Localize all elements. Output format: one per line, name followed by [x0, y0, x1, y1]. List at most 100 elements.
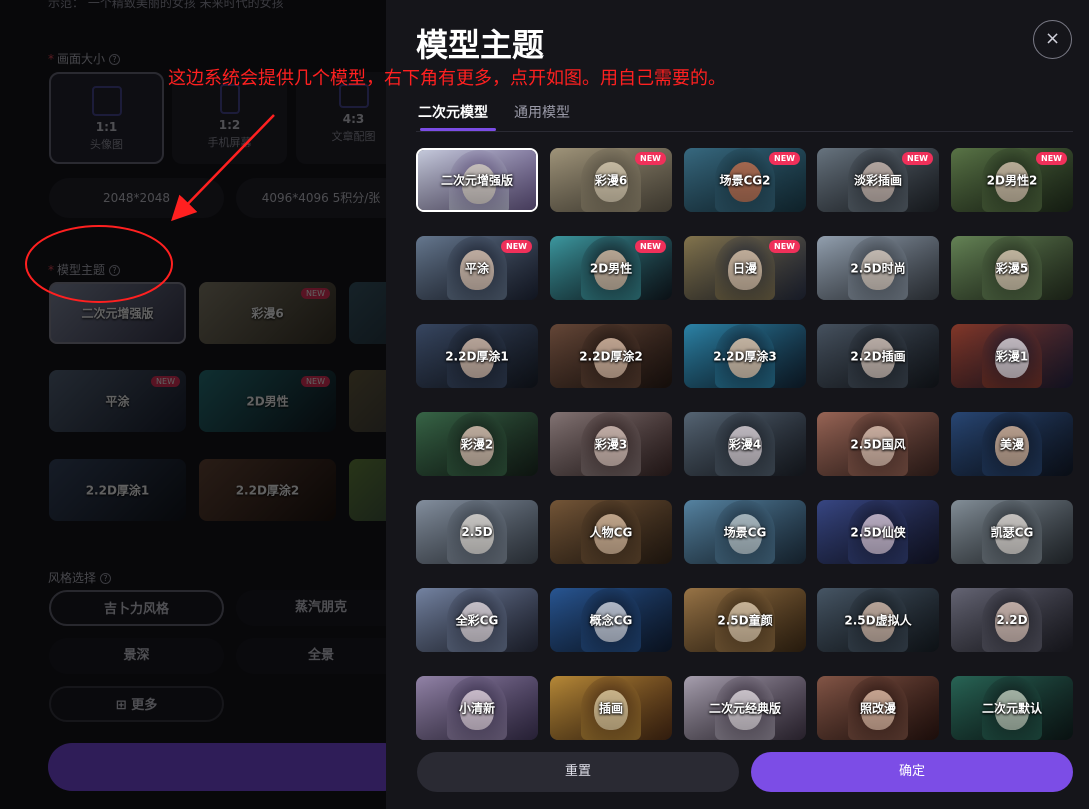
annotation-text: 这边系统会提供几个模型，右下角有更多，点开如图。用自己需要的。 — [168, 68, 726, 89]
size-section-label: * 画面大小? — [48, 50, 121, 67]
model-section-label: * 模型主题? — [48, 261, 121, 278]
model-label: 人物CG — [589, 525, 633, 540]
style-pill[interactable]: 吉卜力风格 — [49, 590, 224, 626]
prompt-example: 示范： 一个精致美丽的女孩 未来时代的女孩 — [48, 0, 284, 10]
model-thumb[interactable]: 二次元默认 — [951, 676, 1073, 740]
style-pill[interactable]: 景深 — [49, 638, 224, 674]
style-pill[interactable]: 全景 — [236, 638, 386, 674]
model-thumb[interactable]: 彩漫5 — [951, 236, 1073, 300]
model-thumb[interactable]: 场景CG — [684, 500, 806, 564]
model-label: 插画 — [598, 701, 623, 716]
model-label: 2.2D厚涂1 — [445, 349, 509, 364]
new-badge: NEW — [501, 240, 532, 253]
model-label: 二次元增强版 — [440, 173, 513, 188]
model-thumb-bg[interactable]: 2.2D厚涂1 — [49, 459, 186, 521]
model-label: 日漫 — [732, 261, 757, 276]
model-label: 2.5D时尚 — [850, 261, 906, 276]
model-thumb[interactable]: 2.5D虚拟人 — [817, 588, 939, 652]
model-thumb[interactable]: 2.2D — [951, 588, 1073, 652]
close-icon[interactable]: × — [1033, 20, 1072, 59]
model-thumb-bg[interactable]: NEW 彩漫6 — [199, 282, 336, 344]
model-thumb[interactable]: 全彩CG — [416, 588, 538, 652]
model-label: 场景CG2 — [719, 173, 771, 188]
model-thumb[interactable]: NEW 日漫 — [684, 236, 806, 300]
model-thumb[interactable]: 2.2D厚涂3 — [684, 324, 806, 388]
model-thumb[interactable]: 小清新 — [416, 676, 538, 740]
model-thumb[interactable]: 二次元增强版 — [416, 148, 538, 212]
model-thumb-bg[interactable]: 二次元增强版 — [49, 282, 186, 344]
model-thumb[interactable]: NEW 2D男性 — [550, 236, 672, 300]
model-thumb-bg[interactable]: NEW 2D男性 — [199, 370, 336, 432]
model-thumb[interactable]: 2.5D童颜 — [684, 588, 806, 652]
model-thumb-bg[interactable]: NEW 平涂 — [49, 370, 186, 432]
model-label: 淡彩插画 — [853, 173, 902, 188]
resolution-4096[interactable]: 4096*4096 5积分/张 — [236, 178, 386, 218]
reset-button[interactable]: 重置 — [417, 752, 739, 792]
style-pill[interactable]: 蒸汽朋克 — [236, 590, 386, 626]
help-icon[interactable]: ? — [100, 573, 112, 584]
model-label: 2.5D童颜 — [717, 613, 773, 628]
model-thumb[interactable]: 概念CG — [550, 588, 672, 652]
tab-anime-models[interactable]: 二次元模型 — [418, 102, 488, 122]
style-section-label: 风格选择? — [48, 569, 112, 586]
model-thumb[interactable]: 2.5D — [416, 500, 538, 564]
model-thumb[interactable]: 2.5D仙侠 — [817, 500, 939, 564]
model-label: 彩漫4 — [728, 437, 762, 452]
model-label: 彩漫5 — [995, 261, 1029, 276]
model-thumb[interactable]: 2.2D厚涂2 — [550, 324, 672, 388]
model-label: 2D男性 — [589, 261, 633, 276]
model-label: 2.5D — [461, 525, 493, 539]
model-thumb[interactable]: 彩漫3 — [550, 412, 672, 476]
tab-general-models[interactable]: 通用模型 — [514, 102, 570, 122]
model-label: 2.2D厚涂3 — [713, 349, 777, 364]
model-grid: 二次元增强版 NEW 彩漫6 NEW 场景CG2 NEW 淡彩插画 NEW 2D男性2 NEW 平涂… — [416, 148, 1076, 740]
model-label: 平涂 — [464, 261, 489, 276]
generate-button[interactable] — [48, 743, 386, 791]
model-thumb-bg[interactable] — [349, 459, 386, 521]
model-thumb[interactable]: 2.5D国风 — [817, 412, 939, 476]
active-tab-indicator — [420, 128, 496, 131]
model-label: 二次元经典版 — [708, 701, 781, 716]
model-thumb-bg[interactable] — [349, 282, 386, 344]
model-thumb[interactable]: 2.2D厚涂1 — [416, 324, 538, 388]
confirm-button[interactable]: 确定 — [751, 752, 1073, 792]
resolution-2048[interactable]: 2048*2048 — [49, 178, 224, 218]
model-thumb[interactable]: 彩漫1 — [951, 324, 1073, 388]
new-badge: NEW — [902, 152, 933, 165]
model-label: 2.2D厚涂2 — [579, 349, 643, 364]
model-label: 全彩CG — [455, 613, 499, 628]
model-thumb[interactable]: 2.2D插画 — [817, 324, 939, 388]
model-label: 场景CG — [723, 525, 767, 540]
model-label: 二次元默认 — [981, 701, 1042, 716]
model-thumb-bg[interactable]: 2.2D厚涂2 — [199, 459, 336, 521]
model-thumb[interactable]: 凯瑟CG — [951, 500, 1073, 564]
more-styles-button[interactable]: ⊞ 更多 — [49, 686, 224, 722]
model-thumb[interactable]: NEW 场景CG2 — [684, 148, 806, 212]
square-icon — [91, 86, 122, 116]
model-thumb[interactable]: 二次元经典版 — [684, 676, 806, 740]
model-label: 小清新 — [458, 701, 495, 716]
model-label: 2.5D仙侠 — [850, 525, 906, 540]
model-thumb-bg[interactable] — [349, 370, 386, 432]
model-label: 彩漫3 — [594, 437, 628, 452]
help-icon[interactable]: ? — [109, 265, 121, 276]
new-badge: NEW — [769, 240, 800, 253]
model-label: 彩漫2 — [460, 437, 494, 452]
size-card-1-1[interactable]: 1:1 头像图 — [49, 72, 164, 164]
model-thumb[interactable]: 插画 — [550, 676, 672, 740]
model-thumb[interactable]: NEW 平涂 — [416, 236, 538, 300]
model-thumb[interactable]: 照改漫 — [817, 676, 939, 740]
model-theme-panel: 模型主题 × 二次元模型 通用模型 二次元增强版 NEW 彩漫6 NEW 场景CG2 NE… — [386, 0, 1089, 809]
model-thumb[interactable]: 彩漫2 — [416, 412, 538, 476]
help-icon[interactable]: ? — [109, 54, 121, 65]
model-thumb[interactable]: 人物CG — [550, 500, 672, 564]
model-thumb[interactable]: NEW 淡彩插画 — [817, 148, 939, 212]
model-label: 2D男性2 — [986, 173, 1038, 188]
model-thumb[interactable]: 彩漫4 — [684, 412, 806, 476]
model-thumb[interactable]: NEW 彩漫6 — [550, 148, 672, 212]
model-label: 美漫 — [999, 437, 1024, 452]
model-thumb[interactable]: NEW 2D男性2 — [951, 148, 1073, 212]
model-thumb[interactable]: 2.5D时尚 — [817, 236, 939, 300]
new-badge: NEW — [769, 152, 800, 165]
model-thumb[interactable]: 美漫 — [951, 412, 1073, 476]
